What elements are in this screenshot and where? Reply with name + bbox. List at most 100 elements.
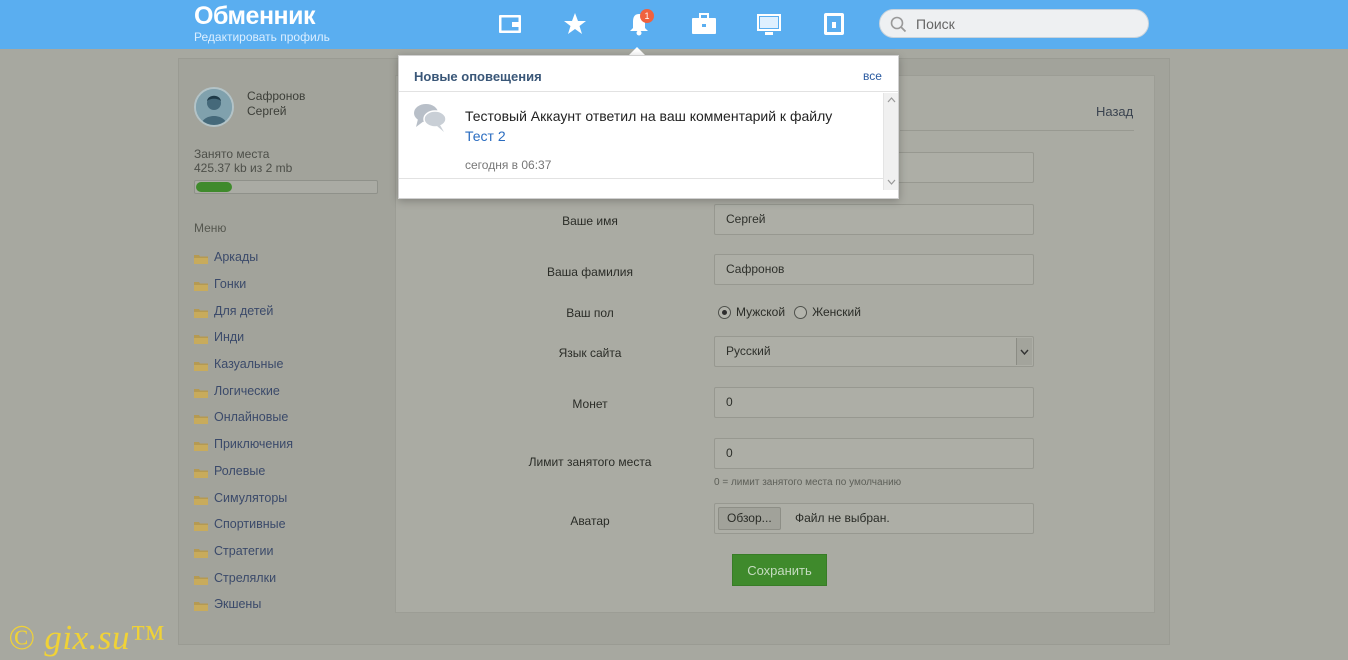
limit-hint: 0 = лимит занятого места по умолчанию <box>714 477 902 488</box>
top-bar: Обменник Редактировать профиль 1 <box>0 0 1348 49</box>
folder-icon <box>194 388 208 398</box>
all-notifications-link[interactable]: все <box>863 69 882 83</box>
avatar-label: Аватар <box>570 514 610 528</box>
gender-female-label[interactable]: Женский <box>812 305 861 319</box>
notifications-popup: Новые оповещения все Тестовый Аккаунт от… <box>398 55 899 199</box>
popup-title: Новые оповещения <box>414 69 542 84</box>
language-select[interactable]: Русский <box>714 336 1034 367</box>
menu-item-label: Экшены <box>214 597 262 612</box>
menu-item[interactable]: Логические <box>194 377 293 404</box>
file-status: Файл не выбран. <box>795 511 890 525</box>
folder-icon <box>194 282 208 292</box>
notification-message: Тестовый Аккаунт ответил на ваш коммента… <box>465 108 833 124</box>
browse-button[interactable]: Обзор... <box>718 507 781 530</box>
back-link[interactable]: Назад <box>1096 104 1133 119</box>
surname-field[interactable]: Сафронов <box>714 254 1034 285</box>
menu-item-label: Логические <box>214 383 280 398</box>
menu-item-label: Симуляторы <box>214 490 288 505</box>
storage-progress-fill <box>196 182 232 192</box>
menu-item[interactable]: Стратегии <box>194 538 293 565</box>
user-first-name: Сергей <box>247 104 287 118</box>
language-label: Язык сайта <box>558 346 622 360</box>
menu-item-label: Приключения <box>214 437 294 452</box>
name-label: Ваше имя <box>562 214 618 228</box>
menu-item[interactable]: Симуляторы <box>194 484 293 511</box>
menu-title: Меню <box>194 221 227 235</box>
gender-male-radio[interactable] <box>718 305 731 319</box>
search-box[interactable] <box>879 9 1149 38</box>
storage-label: Занято места <box>194 147 270 161</box>
menu-item-label: Онлайновые <box>214 410 289 425</box>
menu-item[interactable]: Казуальные <box>194 351 293 378</box>
menu-item-label: Спортивные <box>214 517 286 532</box>
notification-time: сегодня в 06:37 <box>465 158 552 172</box>
menu-item[interactable]: Ролевые <box>194 458 293 485</box>
gender-label: Ваш пол <box>566 306 614 320</box>
folder-icon <box>194 495 208 505</box>
name-field[interactable]: Сергей <box>714 204 1034 235</box>
menu-item[interactable]: Аркады <box>194 244 293 271</box>
menu-item[interactable]: Инди <box>194 324 293 351</box>
wallet-icon[interactable] <box>497 11 523 37</box>
folder-icon <box>194 522 208 532</box>
coins-label: Монет <box>572 397 608 411</box>
star-icon[interactable] <box>562 11 588 37</box>
folder-icon <box>194 468 208 478</box>
gender-male-label[interactable]: Мужской <box>736 305 785 319</box>
phone-icon[interactable] <box>821 11 847 37</box>
folder-icon <box>194 548 208 558</box>
header-divider <box>900 130 1134 131</box>
brand-title[interactable]: Обменник <box>194 1 330 31</box>
bell-icon[interactable]: 1 <box>626 9 654 37</box>
popup-scrollbar[interactable] <box>883 93 898 190</box>
menu-item-label: Для детей <box>214 303 274 318</box>
folder-icon <box>194 308 208 318</box>
user-last-name: Сафронов <box>247 89 306 103</box>
notification-text: Тестовый Аккаунт ответил на ваш коммента… <box>465 106 875 146</box>
gender-female-radio[interactable] <box>794 305 808 319</box>
storage-progress-bar <box>194 180 378 194</box>
search-input[interactable] <box>916 15 1136 33</box>
menu-item[interactable]: Гонки <box>194 271 293 298</box>
limit-label: Лимит занятого места <box>528 455 652 469</box>
folder-icon <box>194 415 208 425</box>
menu-item-label: Гонки <box>214 277 247 292</box>
gender-radio-group: Мужской Женский <box>718 305 861 319</box>
save-button[interactable]: Сохранить <box>732 554 827 586</box>
scroll-up-icon[interactable] <box>887 97 896 103</box>
limit-field[interactable]: 0 <box>714 438 1034 469</box>
menu-item[interactable]: Спортивные <box>194 511 293 538</box>
menu-item-label: Ролевые <box>214 463 266 478</box>
menu-item[interactable]: Стрелялки <box>194 564 293 591</box>
brand: Обменник Редактировать профиль <box>194 1 330 44</box>
avatar[interactable] <box>194 87 234 127</box>
menu-item[interactable]: Приключения <box>194 431 293 458</box>
briefcase-icon[interactable] <box>691 11 717 37</box>
folder-icon <box>194 575 208 585</box>
coins-field[interactable]: 0 <box>714 387 1034 418</box>
search-icon <box>890 16 907 33</box>
notification-file-link[interactable]: Тест 2 <box>465 128 506 144</box>
user-name[interactable]: Сафронов Сергей <box>247 89 347 119</box>
chevron-down-icon[interactable] <box>1016 338 1032 365</box>
watermark: © gix.su™ <box>8 618 165 657</box>
avatar-file-input[interactable]: Обзор... Файл не выбран. <box>714 503 1034 534</box>
folder-icon <box>194 255 208 265</box>
storage-value: 425.37 kb из 2 mb <box>194 161 293 175</box>
menu-item[interactable]: Экшены <box>194 591 293 618</box>
category-menu: Аркады Гонки Для детей Инди Казуальные Логиче… <box>194 244 293 618</box>
menu-item-label: Аркады <box>214 250 259 265</box>
language-selected-value: Русский <box>726 344 771 358</box>
menu-item-label: Стрелялки <box>214 570 277 585</box>
page-subtitle: Редактировать профиль <box>194 30 330 44</box>
monitor-icon[interactable] <box>756 11 782 37</box>
notification-item[interactable]: Тестовый Аккаунт ответил на ваш коммента… <box>399 93 883 179</box>
scroll-down-icon[interactable] <box>887 179 896 185</box>
folder-icon <box>194 335 208 345</box>
popup-header: Новые оповещения все <box>399 56 898 92</box>
comments-icon <box>414 104 447 132</box>
menu-item[interactable]: Онлайновые <box>194 404 293 431</box>
menu-item[interactable]: Для детей <box>194 297 293 324</box>
folder-icon <box>194 362 208 372</box>
menu-item-label: Стратегии <box>214 543 274 558</box>
